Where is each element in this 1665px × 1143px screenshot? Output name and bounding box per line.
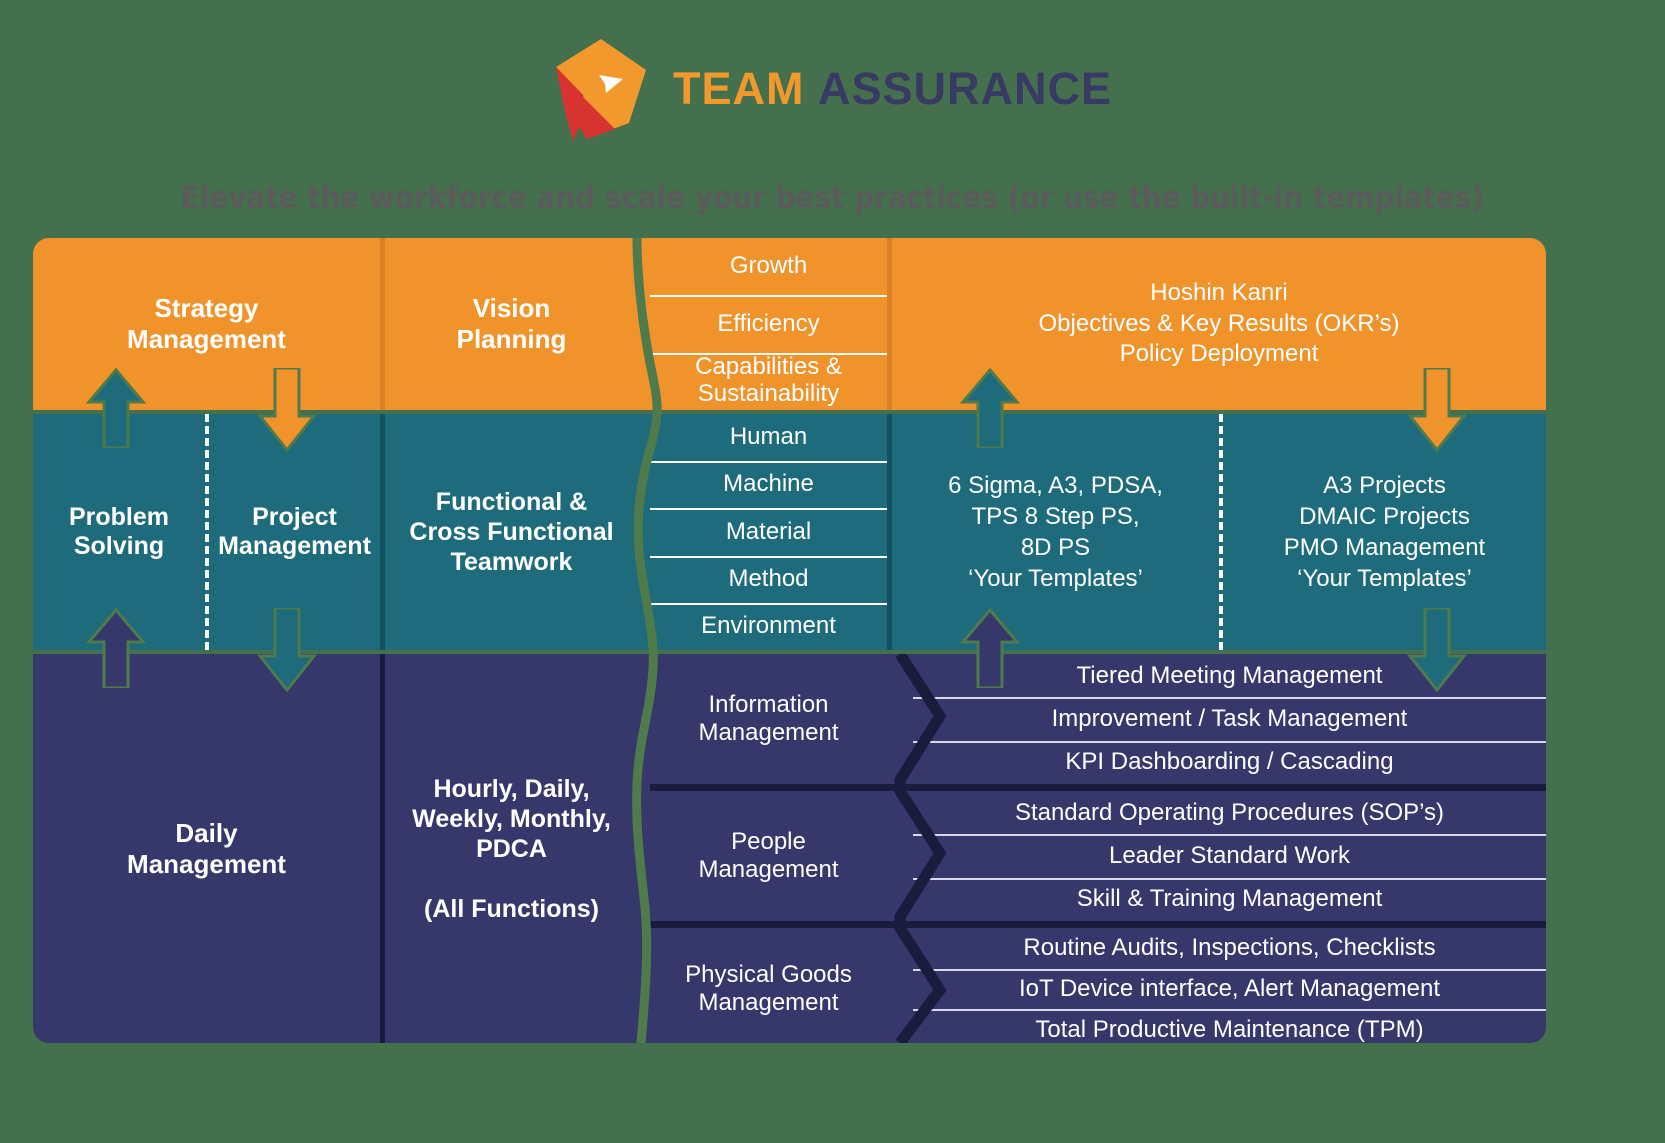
substack-item-efficiency: Efficiency (650, 295, 887, 352)
list-item[interactable]: Total Productive Maintenance (TPM) (913, 1009, 1546, 1043)
group-information-management-label: Information Management (650, 654, 887, 784)
group-information-management-text: Information Management (698, 690, 839, 746)
arrow-up-problem-to-strategy (85, 368, 147, 448)
substack-item-efficiency-label: Efficiency (717, 309, 820, 337)
chevron-divider-icon (894, 654, 947, 1043)
substack-item-environment-label: Environment (701, 611, 836, 639)
substack-item-machine: Machine (650, 461, 887, 508)
list-item-label: Standard Operating Procedures (SOP’s) (1014, 798, 1445, 826)
list-item[interactable]: Routine Audits, Inspections, Checklists (913, 928, 1546, 969)
group-separator-1 (650, 784, 1546, 791)
list-item-label: Skill & Training Management (1076, 885, 1383, 913)
arrow-up-daily-to-problem (85, 608, 147, 688)
substack-item-machine-label: Machine (723, 470, 814, 498)
substack-item-method: Method (650, 555, 887, 603)
brand-word-assurance: ASSURANCE (817, 63, 1113, 114)
substack-item-capabilities: Capabilities & Sustainability (650, 352, 887, 410)
substack-item-material: Material (650, 508, 887, 555)
group-physical-goods-management-label: Physical Goods Management (650, 928, 887, 1043)
brand-word-team: TEAM (672, 63, 805, 114)
arrow-down-strategy-to-a3projects (1406, 368, 1468, 452)
arrow-down-a3projects-to-daily (1406, 608, 1468, 692)
group-people-management: People Management Standard Operating Pro… (33, 791, 1546, 921)
brand-logo: TEAM ASSURANCE (0, 34, 1665, 144)
teamassurance-pin-icon (553, 37, 649, 141)
cell-functional-teamwork-label: Functional & Cross Functional Teamwork (409, 488, 614, 576)
list-item[interactable]: Leader Standard Work (913, 834, 1546, 877)
row-daily-management: Daily Management Hourly, Daily, Weekly, … (33, 654, 1546, 1043)
list-item-label: Total Productive Maintenance (TPM) (1035, 1015, 1424, 1043)
cell-problem-methods: 6 Sigma, A3, PDSA, TPS 8 Step PS, 8D PS … (892, 414, 1219, 650)
group-people-management-items: Standard Operating Procedures (SOP’s) Le… (913, 791, 1546, 921)
list-item[interactable]: Improvement / Task Management (913, 697, 1546, 740)
cell-vision-planning: Vision Planning (385, 238, 638, 410)
list-item-label: Leader Standard Work (1108, 841, 1351, 869)
substack-item-human: Human (650, 414, 887, 461)
cell-project-types-label: A3 Projects DMAIC Projects PMO Managemen… (1283, 471, 1486, 593)
substack-item-method-label: Method (728, 564, 809, 592)
group-physical-goods-management: Physical Goods Management Routine Audits… (33, 928, 1546, 1043)
group-separator-2 (650, 921, 1546, 928)
group-people-management-text: People Management (698, 827, 839, 883)
group-physical-goods-management-items: Routine Audits, Inspections, Checklists … (913, 928, 1546, 1043)
list-item-label: IoT Device interface, Alert Management (1018, 975, 1441, 1002)
group-people-management-label: People Management (650, 791, 887, 921)
brand-wordmark: TEAM ASSURANCE (673, 63, 1112, 115)
cell-hoshin-kanri-label: Hoshin Kanri Objectives & Key Results (O… (1038, 278, 1400, 368)
substack-4m1e: Human Machine Material Method Environmen… (650, 414, 887, 650)
substack-item-capabilities-label: Capabilities & Sustainability (695, 353, 842, 408)
list-item-label: Improvement / Task Management (1051, 704, 1408, 732)
group-physical-goods-management-text: Physical Goods Management (685, 960, 852, 1016)
cell-problem-solving-label: Problem Solving (68, 502, 170, 561)
list-item-label: KPI Dashboarding / Cascading (1065, 748, 1394, 776)
list-item-label: Tiered Meeting Management (1076, 661, 1383, 689)
arrow-up-templates-to-strategy (959, 368, 1021, 448)
cell-functional-teamwork: Functional & Cross Functional Teamwork (385, 414, 638, 650)
arrow-down-problem-to-daily (256, 608, 318, 692)
substack-item-human-label: Human (729, 423, 808, 451)
cell-vision-planning-label: Vision Planning (456, 293, 567, 354)
cell-project-types: A3 Projects DMAIC Projects PMO Managemen… (1223, 414, 1546, 650)
substack-item-material-label: Material (725, 517, 812, 545)
list-item[interactable]: Standard Operating Procedures (SOP’s) (913, 791, 1546, 834)
list-item[interactable]: Skill & Training Management (913, 877, 1546, 921)
list-item-label: Routine Audits, Inspections, Checklists (1023, 934, 1436, 962)
list-item[interactable]: IoT Device interface, Alert Management (913, 968, 1546, 1010)
cell-project-management-label: Project Management (218, 502, 371, 561)
arrow-down-strategy-to-project (256, 368, 318, 452)
substack-item-growth: Growth (650, 238, 887, 295)
substack-item-environment: Environment (650, 602, 887, 650)
substack-item-growth-label: Growth (729, 252, 808, 280)
page-headline: Elevate the workforce and scale your bes… (180, 180, 1485, 216)
substack-strategy-focus: Growth Efficiency Capabilities & Sustain… (650, 238, 887, 410)
cell-strategy-management-label: Strategy Management (127, 293, 286, 354)
list-item[interactable]: KPI Dashboarding / Cascading (913, 740, 1546, 784)
cell-problem-methods-label: 6 Sigma, A3, PDSA, TPS 8 Step PS, 8D PS … (948, 471, 1163, 593)
arrow-up-daily-to-templates (959, 608, 1021, 688)
